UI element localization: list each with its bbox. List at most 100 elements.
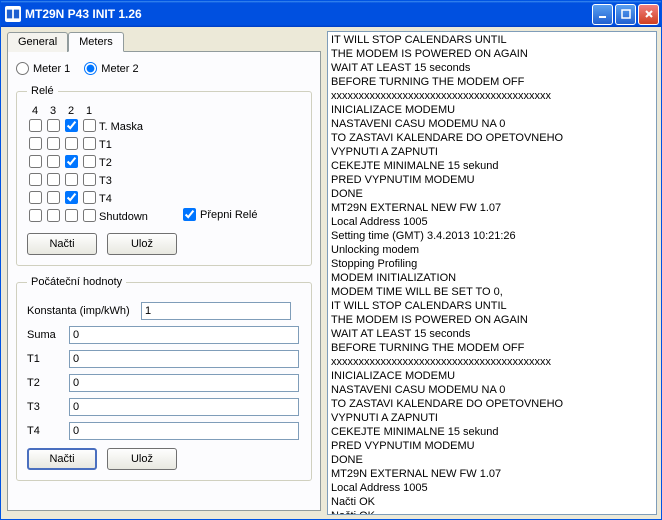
log-line[interactable]: Načti OK	[331, 509, 653, 514]
log-line[interactable]: Local Address 1005	[331, 215, 653, 229]
rele-legend: Relé	[27, 85, 58, 97]
radio-meter2-input[interactable]	[84, 62, 97, 75]
log-line[interactable]: MT29N EXTERNAL NEW FW 1.07	[331, 201, 653, 215]
rele-check-r3-c0[interactable]	[29, 173, 42, 186]
t3-label: T3	[27, 401, 63, 413]
log-line[interactable]: WAIT AT LEAST 15 seconds	[331, 327, 653, 341]
rele-check-r2-c2[interactable]	[65, 155, 78, 168]
rele-check-r5-c0[interactable]	[29, 209, 42, 222]
log-line[interactable]: BEFORE TURNING THE MODEM OFF	[331, 341, 653, 355]
log-line[interactable]: WAIT AT LEAST 15 seconds	[331, 61, 653, 75]
log-line[interactable]: Local Address 1005	[331, 481, 653, 495]
left-panel: General Meters Meter 1 Meter 2 Relé	[1, 27, 327, 519]
rele-row-label-4: T4	[99, 193, 169, 205]
rele-row-label-0: T. Maska	[99, 121, 169, 133]
log-line[interactable]: CEKEJTE MINIMALNE 15 sekund	[331, 425, 653, 439]
log-line[interactable]: TO ZASTAVI KALENDARE DO OPETOVNEHO	[331, 131, 653, 145]
maximize-button[interactable]	[615, 4, 636, 25]
init-legend: Počáteční hodnoty	[27, 276, 126, 288]
konstanta-input[interactable]	[141, 302, 291, 320]
rele-check-r0-c3[interactable]	[83, 119, 96, 132]
log-line[interactable]: THE MODEM IS POWERED ON AGAIN	[331, 313, 653, 327]
rele-check-r3-c1[interactable]	[47, 173, 60, 186]
init-save-button[interactable]: Ulož	[107, 448, 177, 470]
rele-col-3: 3	[45, 105, 61, 117]
t1-input[interactable]	[69, 350, 299, 368]
init-load-button[interactable]: Načti	[27, 448, 97, 470]
log-line[interactable]: Stopping Profiling	[331, 257, 653, 271]
t2-label: T2	[27, 377, 63, 389]
rele-check-r4-c0[interactable]	[29, 191, 42, 204]
log-line[interactable]: CEKEJTE MINIMALNE 15 sekund	[331, 159, 653, 173]
log-line[interactable]: TO ZASTAVI KALENDARE DO OPETOVNEHO	[331, 397, 653, 411]
radio-meter1-label: Meter 1	[33, 63, 70, 75]
log-line[interactable]: NASTAVENI CASU MODEMU NA 0	[331, 383, 653, 397]
prepni-rele[interactable]: Přepni Relé	[183, 208, 257, 221]
tab-general[interactable]: General	[7, 32, 68, 52]
prepni-rele-checkbox[interactable]	[183, 208, 196, 221]
minimize-button[interactable]	[592, 4, 613, 25]
t4-input[interactable]	[69, 422, 299, 440]
rele-check-r2-c1[interactable]	[47, 155, 60, 168]
log-line[interactable]: DONE	[331, 453, 653, 467]
log-line[interactable]: BEFORE TURNING THE MODEM OFF	[331, 75, 653, 89]
radio-meter1[interactable]: Meter 1	[16, 62, 70, 75]
log-line[interactable]: MT29N EXTERNAL NEW FW 1.07	[331, 467, 653, 481]
rele-check-r3-c3[interactable]	[83, 173, 96, 186]
rele-check-r4-c1[interactable]	[47, 191, 60, 204]
app-icon	[5, 6, 21, 22]
radio-meter2-label: Meter 2	[101, 63, 138, 75]
log-line[interactable]: PRED VYPNUTIM MODEMU	[331, 439, 653, 453]
rele-check-r5-c1[interactable]	[47, 209, 60, 222]
log-line[interactable]: NASTAVENI CASU MODEMU NA 0	[331, 117, 653, 131]
log-line[interactable]: Unlocking modem	[331, 243, 653, 257]
rele-check-r1-c1[interactable]	[47, 137, 60, 150]
rele-check-r0-c0[interactable]	[29, 119, 42, 132]
log-text[interactable]: IT WILL STOP CALENDARS UNTILTHE MODEM IS…	[328, 32, 656, 514]
rele-check-r3-c2[interactable]	[65, 173, 78, 186]
rele-load-button[interactable]: Načti	[27, 233, 97, 255]
log-line[interactable]: Načti OK	[331, 495, 653, 509]
radio-meter1-input[interactable]	[16, 62, 29, 75]
log-line[interactable]: INICIALIZACE MODEMU	[331, 369, 653, 383]
rele-check-r4-c2[interactable]	[65, 191, 78, 204]
rele-col-4: 4	[27, 105, 43, 117]
rele-check-r0-c2[interactable]	[65, 119, 78, 132]
t2-input[interactable]	[69, 374, 299, 392]
log-line[interactable]: xxxxxxxxxxxxxxxxxxxxxxxxxxxxxxxxxxxxxxxx	[331, 89, 653, 103]
rele-check-r1-c0[interactable]	[29, 137, 42, 150]
radio-meter2[interactable]: Meter 2	[84, 62, 138, 75]
log-line[interactable]: VYPNUTI A ZAPNUTI	[331, 411, 653, 425]
log-line[interactable]: VYPNUTI A ZAPNUTI	[331, 145, 653, 159]
konstanta-label: Konstanta (imp/kWh)	[27, 305, 135, 317]
log-line[interactable]: THE MODEM IS POWERED ON AGAIN	[331, 47, 653, 61]
prepni-rele-label: Přepni Relé	[200, 209, 257, 221]
rele-col-2: 2	[63, 105, 79, 117]
close-button[interactable]	[638, 4, 659, 25]
log-line[interactable]: MODEM TIME WILL BE SET TO 0,	[331, 285, 653, 299]
titlebar[interactable]: MT29N P43 INIT 1.26	[1, 1, 661, 27]
log-line[interactable]: IT WILL STOP CALENDARS UNTIL	[331, 299, 653, 313]
log-line[interactable]: DONE	[331, 187, 653, 201]
log-line[interactable]: IT WILL STOP CALENDARS UNTIL	[331, 33, 653, 47]
suma-input[interactable]	[69, 326, 299, 344]
log-line[interactable]: PRED VYPNUTIM MODEMU	[331, 173, 653, 187]
rele-check-r5-c3[interactable]	[83, 209, 96, 222]
log-panel[interactable]: IT WILL STOP CALENDARS UNTILTHE MODEM IS…	[327, 31, 657, 515]
rele-check-r1-c3[interactable]	[83, 137, 96, 150]
log-line[interactable]: Setting time (GMT) 3.4.2013 10:21:26	[331, 229, 653, 243]
log-line[interactable]: INICIALIZACE MODEMU	[331, 103, 653, 117]
t3-input[interactable]	[69, 398, 299, 416]
rele-check-r2-c3[interactable]	[83, 155, 96, 168]
t1-label: T1	[27, 353, 63, 365]
rele-check-r5-c2[interactable]	[65, 209, 78, 222]
rele-check-r4-c3[interactable]	[83, 191, 96, 204]
tab-meters[interactable]: Meters	[68, 32, 124, 52]
log-line[interactable]: xxxxxxxxxxxxxxxxxxxxxxxxxxxxxxxxxxxxxxxx	[331, 355, 653, 369]
rele-check-r1-c2[interactable]	[65, 137, 78, 150]
rele-check-r2-c0[interactable]	[29, 155, 42, 168]
log-line[interactable]: MODEM INITIALIZATION	[331, 271, 653, 285]
rele-check-r0-c1[interactable]	[47, 119, 60, 132]
rele-save-button[interactable]: Ulož	[107, 233, 177, 255]
app-window: MT29N P43 INIT 1.26 General Meters Meter…	[0, 0, 662, 520]
